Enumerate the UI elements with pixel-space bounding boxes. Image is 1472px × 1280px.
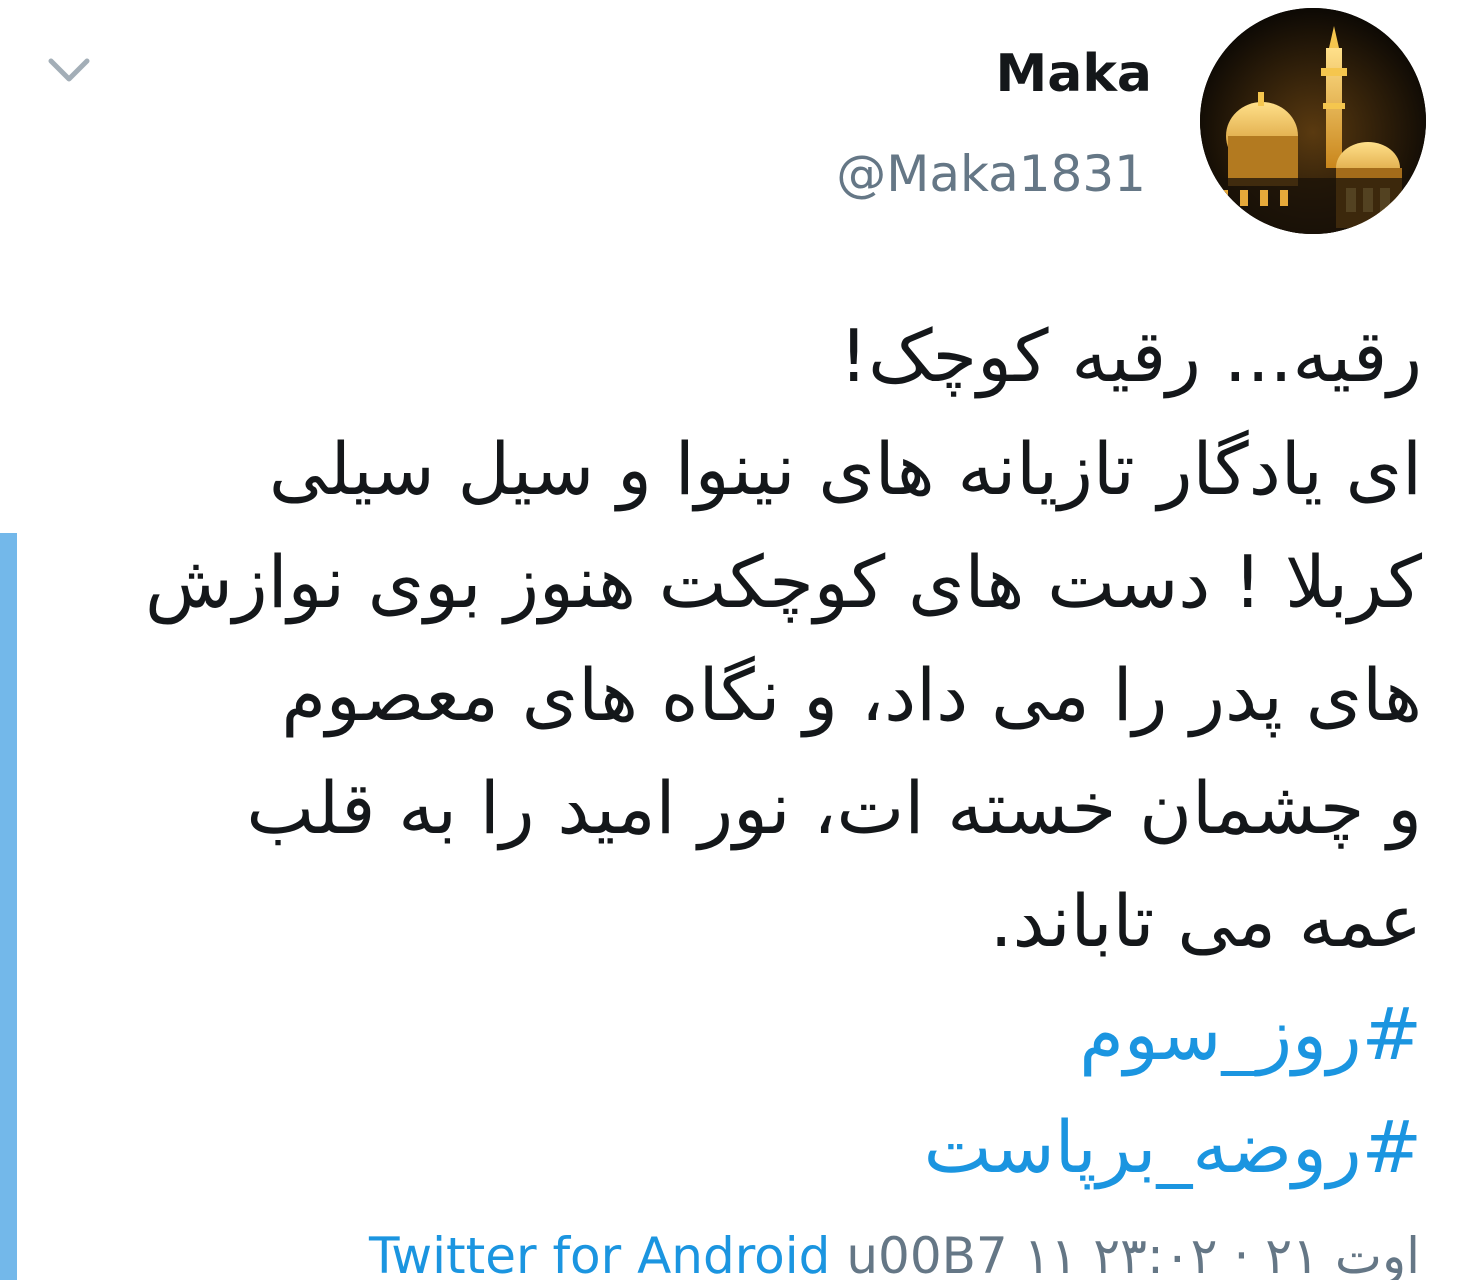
source-link[interactable]: Twitter for Android: [369, 1227, 830, 1280]
tweet-meta: Twitter for Android u00B7 ۱۱ اوت ۲۱ · ۲۳…: [369, 1226, 1420, 1280]
tweet-text: رقیه... رقیه کوچک! ای یادگار تازیانه های…: [42, 300, 1422, 1204]
display-name[interactable]: Maka: [995, 44, 1152, 104]
hashtag-link[interactable]: #روز_سوم: [42, 978, 1422, 1091]
tweet-text-line: های پدر را می داد، و نگاه های معصوم: [281, 653, 1422, 737]
avatar[interactable]: [1200, 8, 1426, 234]
source-escape-text: u00B7: [846, 1227, 1008, 1280]
tweet-text-line: ای یادگار تازیانه های نینوا و سیل سیلی: [268, 427, 1422, 511]
meta-separator: ·: [1233, 1227, 1250, 1280]
tweet-text-line: و چشمان خسته ات، نور امید را به قلب: [246, 766, 1422, 850]
thread-accent-bar: [0, 533, 17, 1280]
hashtag-link[interactable]: #روضه_برپاست: [42, 1091, 1422, 1204]
tweet-detail: Maka @Maka1831 رقیه... رقیه کوچک! ای یاد…: [0, 0, 1472, 1280]
chevron-down-icon[interactable]: [44, 50, 94, 90]
user-handle[interactable]: @Maka1831: [836, 144, 1146, 204]
tweet-text-line: عمه می تاباند.: [989, 879, 1422, 963]
tweet-date: ۱۱ اوت ۲۱: [1023, 1227, 1420, 1280]
tweet-text-line: کربلا ! دست های کوچکت هنوز بوی نوازش: [144, 540, 1422, 624]
tweet-text-line: رقیه... رقیه کوچک!: [839, 314, 1422, 398]
tweet-time: ۲۳:۰۲: [1093, 1227, 1218, 1280]
